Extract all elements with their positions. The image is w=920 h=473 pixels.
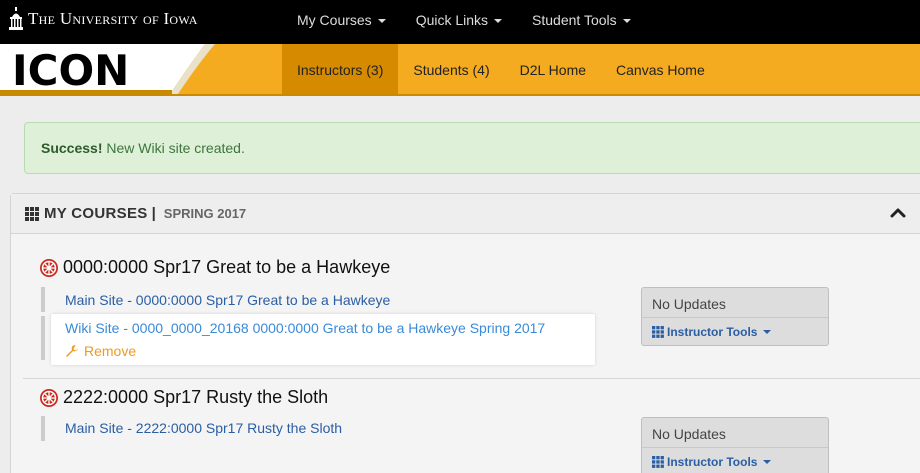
- panel-title: MY COURSES: [44, 205, 148, 222]
- wrench-icon: [66, 345, 78, 357]
- link-canvas-home[interactable]: Canvas Home: [601, 44, 720, 94]
- remove-label: Remove: [84, 343, 137, 359]
- course-title-row: 2222:0000 Spr17 Rusty the Sloth: [39, 387, 328, 408]
- success-alert-message: New Wiki site created.: [106, 140, 245, 156]
- updates-text: No Updates: [652, 426, 726, 442]
- instructor-tools-dropdown[interactable]: Instructor Tools: [652, 325, 772, 339]
- my-courses-panel: MY COURSES | SPRING 2017 0000:0000 Spr17…: [10, 193, 920, 473]
- nav-student-tools[interactable]: Student Tools: [517, 0, 646, 40]
- nav-quick-links-label: Quick Links: [415, 12, 489, 28]
- main-content: Success! New Wiki site created. MY COURS…: [0, 96, 920, 473]
- university-name: The University of Iowa: [28, 9, 198, 28]
- secondary-bar: ICON Instructors (3) Students (4) D2L Ho…: [0, 44, 920, 96]
- instructor-tools-dropdown[interactable]: Instructor Tools: [652, 455, 772, 469]
- instructor-tools-label: Instructor Tools: [667, 325, 758, 339]
- wiki-site-link[interactable]: Wiki Site - 0000_0000_20168 0000:0000 Gr…: [65, 320, 545, 336]
- main-site-link[interactable]: Main Site - 0000:0000 Spr17 Great to be …: [65, 292, 390, 308]
- instructor-tools-label: Instructor Tools: [667, 455, 758, 469]
- link-d2l-home[interactable]: D2L Home: [505, 44, 601, 94]
- caret-down-icon: [494, 19, 503, 24]
- university-brand[interactable]: The University of Iowa: [8, 4, 198, 34]
- grid-icon: [25, 206, 39, 221]
- course-title-row: 0000:0000 Spr17 Great to be a Hawkeye: [39, 257, 390, 278]
- icon-logo-graphic: ICON: [0, 44, 215, 94]
- panel-term: SPRING 2017: [163, 206, 247, 221]
- course-title: 2222:0000 Spr17 Rusty the Sloth: [63, 387, 329, 407]
- link-line: [41, 287, 45, 312]
- course-item: 2222:0000 Spr17 Rusty the Sloth Main Sit…: [11, 379, 920, 473]
- top-bar: The University of Iowa My Courses Quick …: [0, 0, 920, 44]
- main-site-link[interactable]: Main Site - 2222:0000 Spr17 Rusty the Sl…: [65, 420, 342, 436]
- caret-down-icon: [377, 19, 386, 24]
- updates-box: No Updates Instructor Tools: [641, 287, 829, 346]
- success-alert-strong: Success!: [41, 140, 103, 156]
- nav-quick-links[interactable]: Quick Links: [401, 0, 517, 40]
- success-alert: Success! New Wiki site created.: [24, 122, 920, 174]
- course-title: 0000:0000 Spr17 Great to be a Hawkeye: [63, 257, 391, 277]
- caret-down-icon: [763, 330, 772, 334]
- icon-logo[interactable]: ICON: [0, 44, 260, 94]
- updates-box: No Updates Instructor Tools: [641, 417, 829, 473]
- nav-my-courses[interactable]: My Courses: [282, 0, 401, 40]
- nav-student-tools-label: Student Tools: [532, 12, 617, 28]
- updates-text: No Updates: [652, 296, 726, 312]
- course-status-icon: [40, 258, 58, 277]
- chevron-up-icon[interactable]: [889, 204, 907, 222]
- old-capitol-icon: [9, 7, 23, 30]
- grid-icon: [652, 326, 664, 338]
- panel-separator: |: [151, 205, 156, 222]
- tab-students[interactable]: Students (4): [398, 44, 504, 94]
- course-item: 0000:0000 Spr17 Great to be a Hawkeye Ma…: [11, 235, 920, 379]
- remove-wiki-button[interactable]: Remove: [65, 343, 136, 359]
- top-nav: My Courses Quick Links Student Tools: [282, 0, 646, 40]
- icon-logo-text: ICON: [12, 46, 129, 94]
- updates-divider: [642, 317, 828, 318]
- updates-divider: [642, 447, 828, 448]
- caret-down-icon: [622, 19, 631, 24]
- grid-icon: [652, 456, 664, 468]
- tab-instructors[interactable]: Instructors (3): [282, 44, 399, 94]
- role-nav: Instructors (3) Students (4) D2L Home Ca…: [282, 44, 720, 94]
- link-line: [41, 316, 45, 360]
- caret-down-icon: [763, 460, 772, 464]
- nav-my-courses-label: My Courses: [297, 12, 372, 28]
- panel-header[interactable]: MY COURSES | SPRING 2017: [11, 194, 920, 234]
- course-status-icon: [40, 388, 58, 407]
- link-line: [41, 416, 45, 441]
